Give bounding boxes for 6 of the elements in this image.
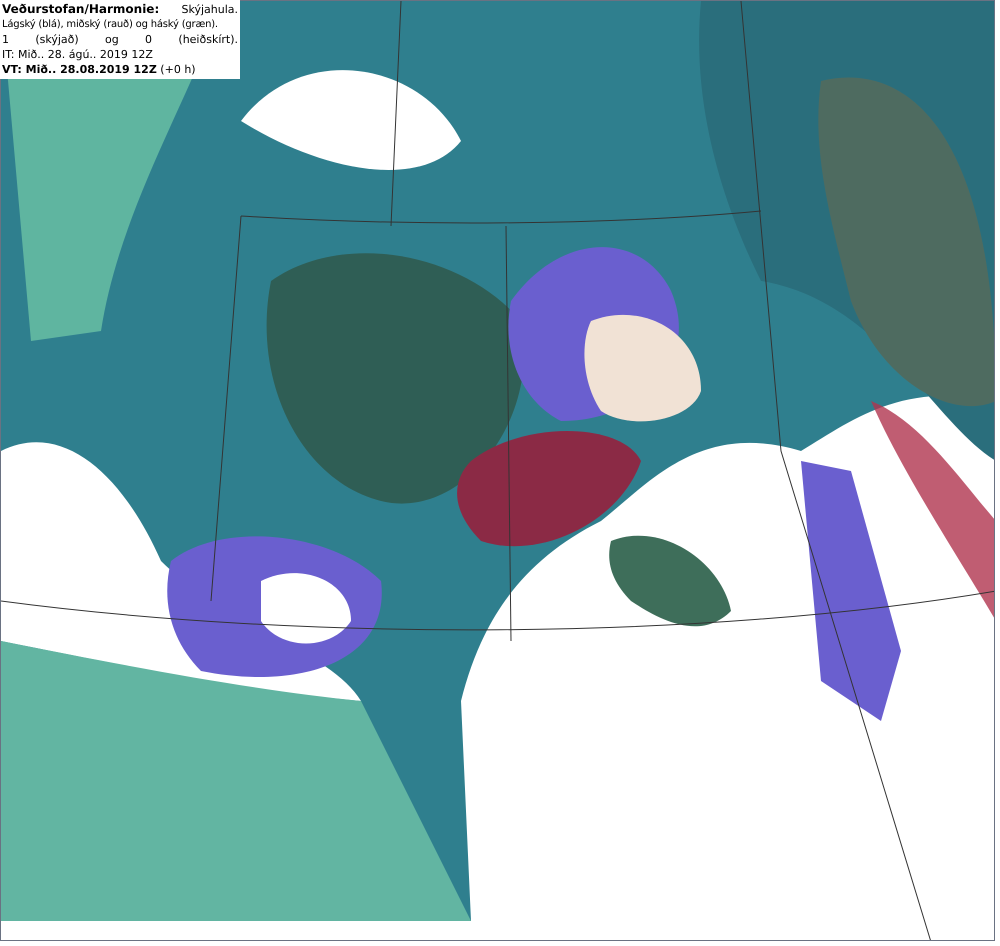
legend-description: Lágský (blá), miðský (rauð) og háský (græn). <box>2 18 219 32</box>
legend-source: Veðurstofan/Harmonie: <box>2 2 160 17</box>
issue-time: IT: Mið.. 28. ágú.. 2019 12Z <box>2 47 154 62</box>
legend-scale: 1 (skýjað) og 0 (heiðskírt). <box>2 32 238 47</box>
valid-time: VT: Mið.. 28.08.2019 12Z (+0 h) <box>2 62 197 77</box>
legend-product: Skýjahula. <box>181 2 238 17</box>
